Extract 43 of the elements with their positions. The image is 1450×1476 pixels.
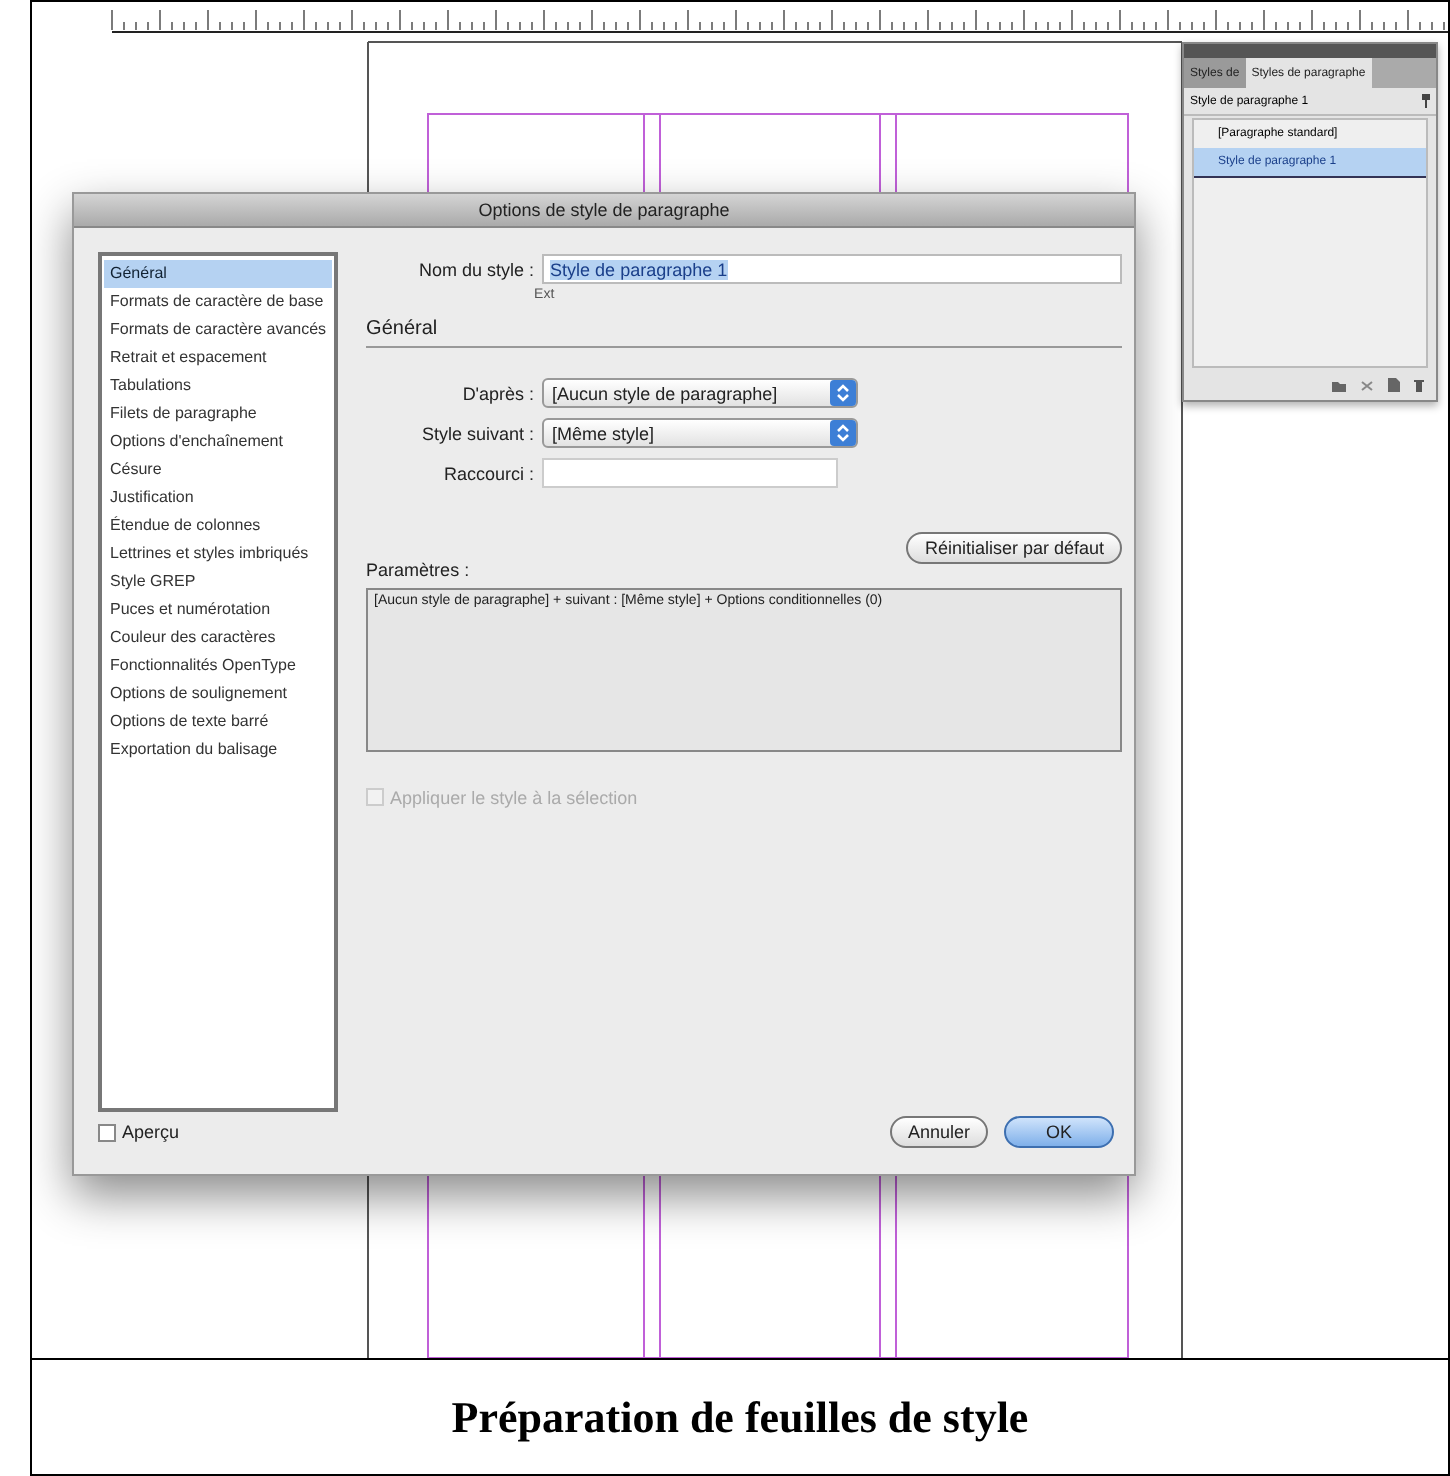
trash-icon[interactable] (1414, 378, 1424, 392)
input-field[interactable] (542, 458, 839, 489)
dialog-button[interactable]: OK (1003, 1116, 1114, 1149)
stepper-icon (830, 380, 857, 407)
category-item[interactable]: Exportation du balisage (104, 735, 333, 764)
new-style-icon[interactable] (1388, 378, 1400, 392)
category-item[interactable]: Retrait et espacement (104, 343, 333, 372)
dialog-button[interactable]: Annuler (889, 1116, 988, 1149)
style-name-field[interactable]: Style de paragraphe 1 (542, 254, 1123, 285)
checkbox-label: Appliquer le style à la sélection (390, 787, 638, 808)
category-item[interactable]: Étendue de colonnes (104, 511, 333, 540)
field-label: Raccourci : (442, 463, 535, 484)
field-label: D'après : (460, 383, 535, 404)
category-item[interactable]: Général (104, 259, 333, 288)
category-item[interactable]: Puces et numérotation (104, 595, 333, 624)
category-item[interactable]: Options d'enchaînement (104, 427, 333, 456)
category-item[interactable]: Tabulations (104, 371, 333, 400)
category-item[interactable]: Formats de caractère avancés (104, 315, 333, 344)
dropdown[interactable]: [Même style] (542, 418, 859, 449)
category-item[interactable]: Style GREP (104, 567, 333, 596)
checkbox-label: Aperçu (122, 1122, 180, 1143)
category-item[interactable]: Justification (104, 483, 333, 512)
category-item[interactable]: Options de texte barré (104, 707, 333, 736)
category-item[interactable]: Formats de caractère de base (104, 287, 333, 316)
stepper-icon (830, 420, 857, 447)
category-item[interactable]: Options de soulignement (104, 679, 333, 708)
field-label: Style suivant : (420, 423, 535, 444)
category-item[interactable]: Césure (104, 455, 333, 484)
category-item[interactable]: Fonctionnalités OpenType (104, 651, 333, 680)
category-item[interactable]: Filets de paragraphe (104, 399, 333, 428)
dropdown[interactable]: [Aucun style de paragraphe] (542, 378, 859, 409)
section-heading: Général (366, 317, 1123, 348)
clear-icon[interactable] (1360, 379, 1374, 391)
category-item[interactable]: Lettrines et styles imbriqués (104, 539, 333, 568)
pin-icon (1422, 94, 1430, 108)
field-label: Nom du style : (417, 259, 535, 280)
dialog-title: Options de style de paragraphe (74, 194, 1134, 228)
category-item[interactable]: Couleur des caractères (104, 623, 333, 652)
folder-icon[interactable] (1332, 379, 1346, 391)
checkbox[interactable] (98, 1123, 116, 1142)
reset-button[interactable]: Réinitialiser par défaut (906, 531, 1123, 564)
parameters-label: Paramètres : (366, 559, 472, 580)
figure-caption: Préparation de feuilles de style (449, 1389, 1031, 1446)
